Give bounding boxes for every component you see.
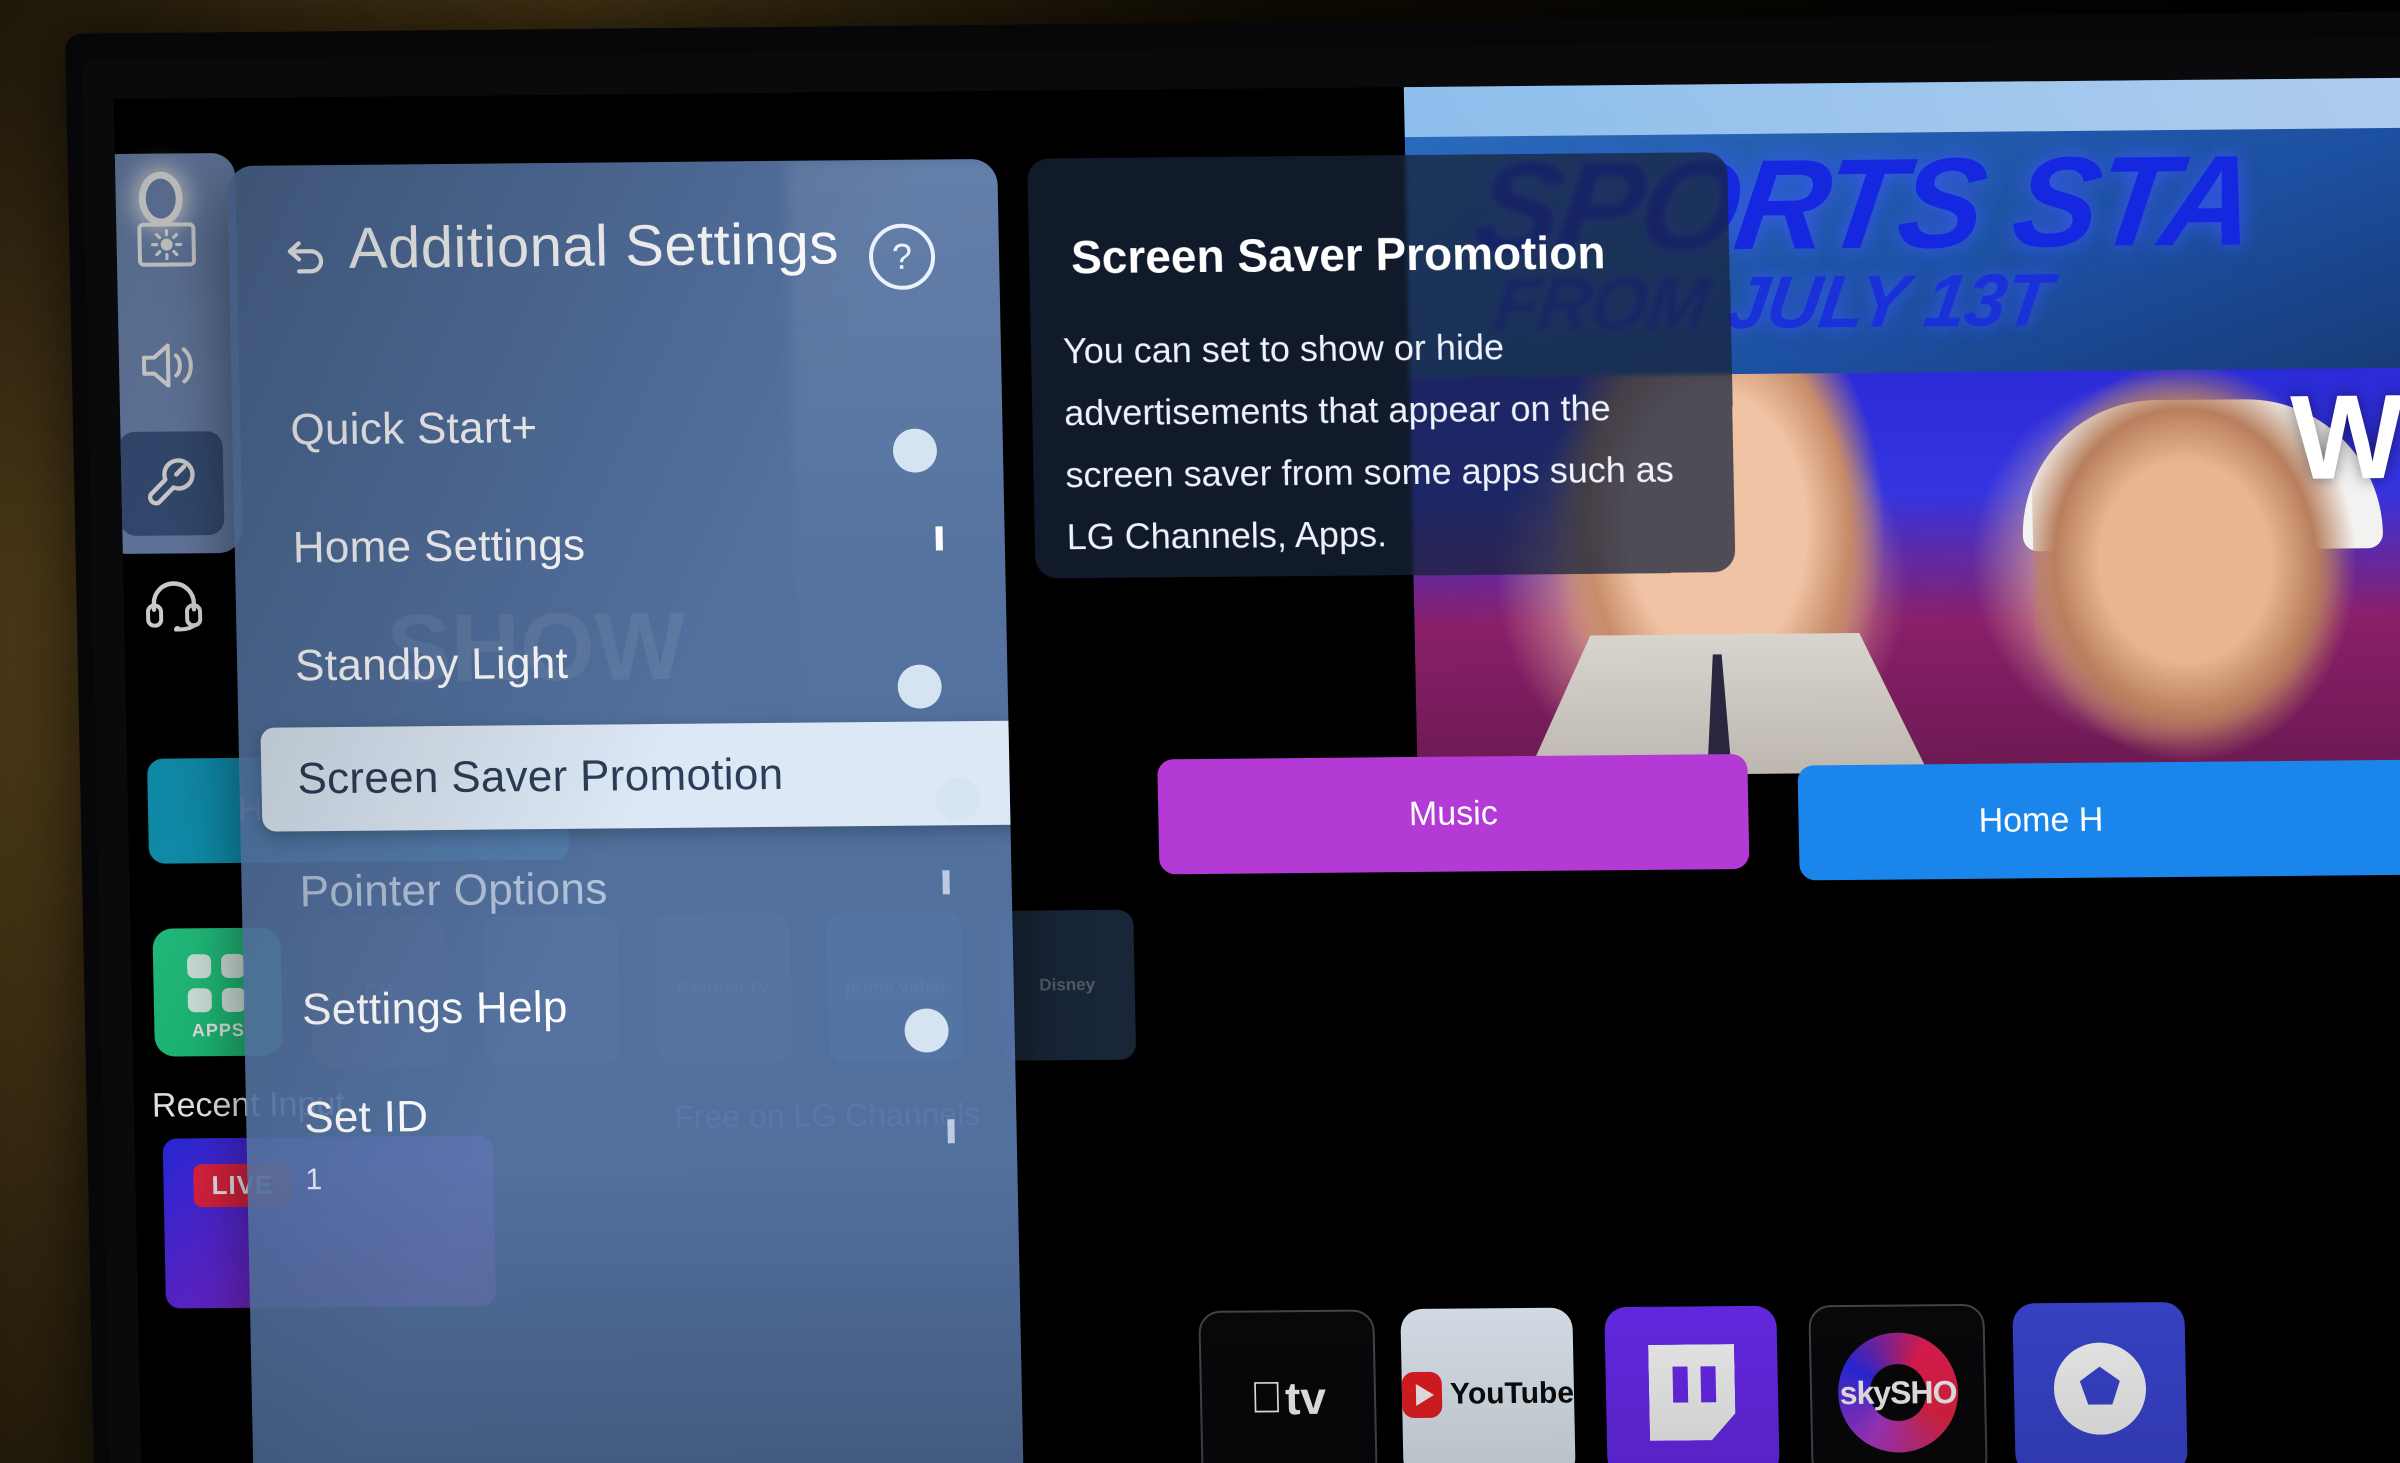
hidden-app-disney[interactable]: Disney — [998, 909, 1137, 1061]
settings-row-label: Standby Light — [294, 638, 569, 691]
apple-tv-glyph:  — [1250, 1373, 1284, 1423]
settings-row-quick-start[interactable]: Quick Start+ — [231, 375, 1003, 480]
info-panel-title: Screen Saver Promotion — [1070, 226, 1606, 284]
skyshowtime-label: skySHO — [1839, 1373, 1957, 1411]
page-title: Additional Settings — [348, 211, 840, 281]
settings-row-screen-saver-promotion[interactable]: Screen Saver Promotion — [260, 720, 1025, 832]
headset-icon — [146, 581, 203, 632]
settings-row-set-id[interactable]: Set ID 1 — [245, 1073, 1018, 1224]
sidebar-item-general[interactable] — [118, 431, 225, 536]
tile-music-label: Music — [1408, 794, 1499, 834]
settings-row-home-settings[interactable]: Home Settings — [234, 493, 1006, 598]
sidebar-item-support[interactable] — [121, 551, 227, 656]
apple-tv-label: tv — [1268, 1371, 1327, 1425]
youtube-play-icon — [1401, 1371, 1443, 1419]
settings-row-label: Screen Saver Promotion — [296, 749, 784, 804]
skyshowtime-app[interactable]: skySHO — [1808, 1303, 1988, 1463]
display-brightness-icon — [137, 222, 196, 267]
apple-tv-app[interactable]:  tv — [1198, 1309, 1378, 1463]
screenshot-root: SPORTS STA FROM JULY 13T W CH NETFLIX Ra… — [0, 0, 2400, 1463]
dialog-header: Additional Settings ? — [228, 205, 1000, 322]
twitch-glyph-icon — [1648, 1344, 1736, 1441]
tile-music[interactable]: Music — [1157, 753, 1750, 875]
wrench-icon — [147, 458, 195, 506]
settings-row-label: Home Settings — [292, 520, 586, 573]
sidebar-item-picture[interactable] — [114, 193, 220, 298]
tile-home-hub[interactable]: Home H — [1797, 757, 2400, 881]
youtube-app[interactable]: YouTube — [1400, 1307, 1576, 1463]
settings-row-pointer-options[interactable]: Pointer Options — [241, 837, 1013, 942]
settings-row-standby-light[interactable]: Standby Light — [236, 611, 1008, 716]
four-square-grid-icon — [186, 953, 248, 1015]
set-id-chevron-right-icon[interactable] — [947, 1119, 955, 1144]
tile-home-hub-label: Home H — [1978, 800, 2104, 840]
pointer-options-chevron-right-icon[interactable] — [942, 870, 950, 895]
settings-row-label: Pointer Options — [299, 864, 608, 917]
sidebar-item-sound[interactable] — [116, 313, 222, 418]
speaker-icon — [141, 343, 193, 388]
help-circle-icon[interactable]: ? — [868, 223, 936, 291]
settings-row-label: Quick Start+ — [289, 403, 538, 455]
settings-row-settings-help[interactable]: Settings Help — [243, 955, 1015, 1060]
home-settings-chevron-right-icon[interactable] — [935, 526, 943, 551]
football-icon — [2053, 1342, 2147, 1436]
set-id-value: 1 — [305, 1163, 323, 1197]
info-panel-body: You can set to show or hide advertisemen… — [1062, 326, 1675, 558]
settings-sidebar — [113, 152, 243, 632]
football-app[interactable] — [2012, 1301, 2188, 1463]
hero-overlay-letter: W — [2289, 369, 2400, 505]
twitch-app[interactable] — [1604, 1305, 1780, 1463]
settings-list: Quick Start+ Home Settings Standby Light — [231, 355, 1025, 1224]
settings-row-label: Set ID — [303, 1092, 429, 1143]
additional-settings-dialog: SHOW Additional Settings ? Quick Start+ — [227, 158, 1025, 1463]
youtube-label: YouTube — [1449, 1376, 1575, 1411]
settings-row-label: Settings Help — [301, 982, 569, 1035]
back-arrow-icon[interactable] — [277, 235, 330, 287]
info-panel: Screen Saver Promotion You can set to sh… — [1027, 152, 1736, 579]
tv-screen: SPORTS STA FROM JULY 13T W CH NETFLIX Ra… — [113, 77, 2400, 1463]
